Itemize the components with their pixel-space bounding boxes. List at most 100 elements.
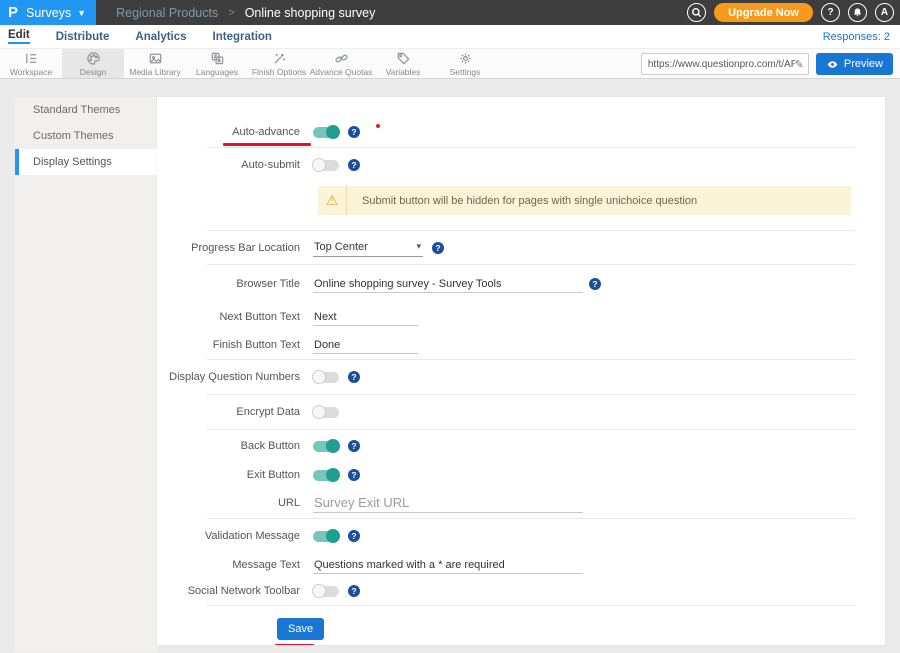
brand-menu[interactable]: P Surveys ▼ bbox=[0, 0, 96, 25]
validation-message-label: Validation Message bbox=[157, 530, 310, 542]
avatar[interactable]: A bbox=[875, 3, 894, 22]
toolbar-item-finish-options[interactable]: Finish Options bbox=[248, 49, 310, 78]
back-button-toggle[interactable] bbox=[313, 441, 339, 452]
tab-distribute[interactable]: Distribute bbox=[56, 31, 110, 43]
back-button-row: Back Button ? bbox=[157, 430, 885, 462]
social-network-toolbar-row: Social Network Toolbar ? bbox=[157, 577, 885, 605]
finish-button-text-row: Finish Button Text bbox=[157, 331, 885, 359]
finish-button-text-input[interactable] bbox=[313, 337, 418, 354]
next-button-text-input[interactable] bbox=[313, 309, 418, 326]
sidebar-item-custom-themes[interactable]: Custom Themes bbox=[15, 123, 157, 149]
questionpro-logo: P bbox=[8, 5, 18, 20]
display-settings-panel: Auto-advance ? Auto-submit ? ⚠ Submit bu… bbox=[157, 97, 885, 645]
progress-bar-location-row: Progress Bar Location Top Center ▾ ? bbox=[157, 231, 885, 264]
social-network-toolbar-help-icon[interactable]: ? bbox=[348, 585, 360, 597]
exit-url-input[interactable] bbox=[313, 493, 583, 513]
social-network-toolbar-label: Social Network Toolbar bbox=[157, 585, 310, 597]
survey-url-input[interactable] bbox=[648, 59, 795, 70]
image-icon bbox=[148, 51, 163, 66]
toolbar-item-workspace[interactable]: Workspace bbox=[0, 49, 62, 78]
toolbar-item-settings[interactable]: Settings bbox=[434, 49, 496, 78]
preview-button[interactable]: Preview bbox=[816, 53, 893, 75]
links-icon bbox=[334, 51, 349, 66]
auto-advance-help-icon[interactable]: ? bbox=[348, 126, 360, 138]
chevron-down-icon: ▼ bbox=[77, 8, 86, 18]
tag-icon bbox=[396, 51, 411, 66]
breadcrumb-current: Online shopping survey bbox=[245, 6, 376, 20]
validation-message-row: Validation Message ? bbox=[157, 519, 885, 553]
encrypt-data-row: Encrypt Data bbox=[157, 395, 885, 429]
survey-nav: Edit Distribute Analytics Integration Re… bbox=[0, 25, 900, 48]
tab-analytics[interactable]: Analytics bbox=[135, 31, 186, 43]
social-network-toolbar-toggle[interactable] bbox=[313, 586, 339, 597]
auto-advance-toggle[interactable] bbox=[313, 127, 339, 138]
toolbar-item-languages[interactable]: Languages bbox=[186, 49, 248, 78]
chevron-down-icon: ▾ bbox=[416, 241, 421, 252]
toolbar-item-design[interactable]: Design bbox=[62, 49, 124, 78]
toolbar-item-variables[interactable]: Variables bbox=[372, 49, 434, 78]
browser-title-help-icon[interactable]: ? bbox=[589, 278, 601, 290]
browser-title-label: Browser Title bbox=[157, 278, 310, 290]
browser-title-input[interactable] bbox=[313, 276, 583, 293]
annotation-red-dot bbox=[376, 124, 380, 128]
search-icon[interactable] bbox=[687, 3, 706, 22]
auto-submit-row: Auto-submit ? bbox=[157, 148, 885, 182]
product-name: Surveys bbox=[26, 6, 71, 20]
auto-submit-warning: ⚠ Submit button will be hidden for pages… bbox=[318, 186, 851, 215]
progress-bar-location-select[interactable]: Top Center ▾ bbox=[313, 239, 423, 257]
message-text-input[interactable] bbox=[313, 557, 583, 574]
validation-message-toggle[interactable] bbox=[313, 531, 339, 542]
wand-icon bbox=[272, 51, 287, 66]
workspace-icon bbox=[24, 51, 39, 66]
progress-bar-help-icon[interactable]: ? bbox=[432, 242, 444, 254]
auto-submit-help-icon[interactable]: ? bbox=[348, 159, 360, 171]
design-toolbar: Workspace Design Media Library Languages… bbox=[0, 48, 900, 79]
topbar: P Surveys ▼ Regional Products > Online s… bbox=[0, 0, 900, 25]
design-settings-page: Standard Themes Custom Themes Display Se… bbox=[0, 79, 900, 652]
display-question-numbers-label: Display Question Numbers bbox=[157, 371, 310, 383]
validation-message-help-icon[interactable]: ? bbox=[348, 530, 360, 542]
encrypt-data-label: Encrypt Data bbox=[157, 406, 310, 418]
responses-count[interactable]: Responses: 2 bbox=[823, 31, 890, 43]
upgrade-now-button[interactable]: Upgrade Now bbox=[714, 3, 813, 22]
back-button-label: Back Button bbox=[157, 440, 310, 452]
message-text-row: Message Text bbox=[157, 553, 885, 577]
sidebar-item-standard-themes[interactable]: Standard Themes bbox=[15, 97, 157, 123]
help-icon[interactable]: ? bbox=[821, 3, 840, 22]
progress-bar-location-label: Progress Bar Location bbox=[157, 242, 310, 254]
progress-bar-location-value: Top Center bbox=[314, 241, 368, 253]
browser-title-row: Browser Title ? bbox=[157, 265, 885, 303]
exit-button-toggle[interactable] bbox=[313, 470, 339, 481]
themes-sidebar: Standard Themes Custom Themes Display Se… bbox=[15, 97, 157, 652]
auto-advance-row: Auto-advance ? bbox=[157, 117, 885, 147]
notifications-bell-icon[interactable] bbox=[848, 3, 867, 22]
toolbar-item-advance-quotas[interactable]: Advance Quotas bbox=[310, 49, 372, 78]
sidebar-item-display-settings[interactable]: Display Settings bbox=[15, 149, 157, 175]
auto-submit-label: Auto-submit bbox=[157, 159, 310, 171]
gear-icon bbox=[458, 51, 473, 66]
breadcrumb-separator-icon: > bbox=[228, 7, 234, 19]
tab-edit[interactable]: Edit bbox=[8, 29, 30, 44]
translate-icon bbox=[210, 51, 225, 66]
breadcrumb: Regional Products > Online shopping surv… bbox=[96, 0, 375, 25]
display-question-numbers-row: Display Question Numbers ? bbox=[157, 360, 885, 394]
display-question-numbers-help-icon[interactable]: ? bbox=[348, 371, 360, 383]
exit-url-row: URL bbox=[157, 488, 885, 518]
encrypt-data-toggle[interactable] bbox=[313, 407, 339, 418]
auto-submit-toggle[interactable] bbox=[313, 160, 339, 171]
warning-text: Submit button will be hidden for pages w… bbox=[347, 186, 697, 215]
tab-integration[interactable]: Integration bbox=[213, 31, 272, 43]
display-question-numbers-toggle[interactable] bbox=[313, 372, 339, 383]
breadcrumb-parent[interactable]: Regional Products bbox=[116, 6, 218, 20]
exit-url-label: URL bbox=[157, 497, 310, 509]
toolbar-item-media-library[interactable]: Media Library bbox=[124, 49, 186, 78]
back-button-help-icon[interactable]: ? bbox=[348, 440, 360, 452]
exit-button-help-icon[interactable]: ? bbox=[348, 469, 360, 481]
edit-url-pencil-icon[interactable]: ✎ bbox=[795, 58, 804, 71]
save-button[interactable]: Save bbox=[277, 618, 324, 640]
next-button-text-row: Next Button Text bbox=[157, 303, 885, 331]
palette-icon bbox=[86, 51, 101, 66]
survey-url-box: ✎ bbox=[641, 53, 809, 75]
warning-triangle-icon: ⚠ bbox=[318, 186, 347, 215]
annotation-underline-save bbox=[275, 644, 314, 645]
